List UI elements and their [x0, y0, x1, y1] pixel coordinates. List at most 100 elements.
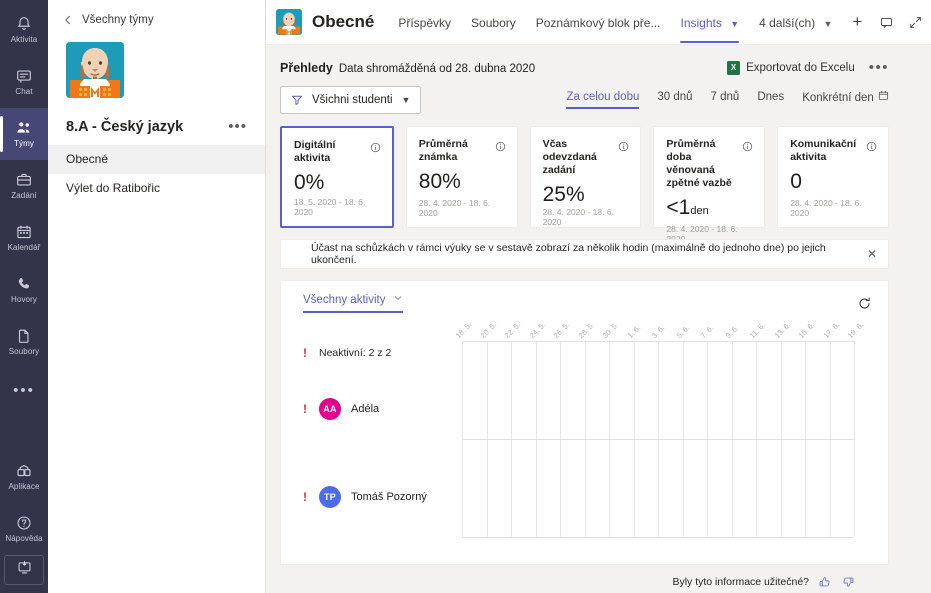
card-value: 0% — [294, 170, 381, 195]
student-row-adela[interactable]: ! AA Adéla — [281, 365, 462, 453]
chat-bubble-icon[interactable] — [872, 15, 901, 30]
info-icon[interactable] — [866, 139, 877, 157]
rail-item-calendar[interactable]: Kalendář — [0, 212, 48, 264]
files-icon — [15, 327, 33, 345]
card-top: Průměrná doba věnovaná zpětné vazbě — [666, 138, 753, 190]
rail-more-button[interactable]: ••• — [0, 368, 48, 412]
funnel-icon — [291, 94, 303, 106]
tab-prispevky[interactable]: Příspěvky — [388, 2, 461, 43]
export-to-excel-button[interactable]: X Exportovat do Excelu — [727, 61, 855, 75]
rail-item-assignments[interactable]: Zadání — [0, 160, 48, 212]
info-icon[interactable] — [742, 139, 753, 157]
rail-item-calls[interactable]: Hovory — [0, 264, 48, 316]
metric-card-on-time-assignments[interactable]: Včas odevzdaná zadání 25% 28. 4. 2020 - … — [530, 126, 642, 228]
thumbs-up-icon[interactable] — [818, 575, 832, 589]
metric-card-average-grade[interactable]: Průměrná známka 80% 28. 4. 2020 - 18. 6.… — [406, 126, 518, 228]
activity-panel: Všechny aktivity 18. 5.20. 5.22. 5.24. 5… — [280, 280, 889, 565]
expand-icon[interactable] — [901, 15, 930, 30]
info-banner: Účast na schůzkách v rámci výuky se v se… — [280, 239, 889, 269]
teams-icon — [15, 119, 33, 137]
card-value-number: <1 — [666, 196, 690, 219]
info-icon[interactable] — [618, 139, 629, 157]
card-date-range: 28. 4. 2020 - 18. 6. 2020 — [543, 207, 630, 227]
chart-x-tick-label: 11. 6. — [748, 321, 767, 340]
feedback-label: Byly tyto informace užitečné? — [672, 576, 809, 588]
rail-label: Chat — [15, 87, 32, 97]
insights-header-right: X Exportovat do Excelu ••• — [727, 59, 889, 76]
all-teams-label: Všechny týmy — [82, 14, 154, 26]
rail-item-apps[interactable]: Aplikace — [0, 451, 48, 503]
app-rail: Aktivita Chat Týmy Zadání Kalendář — [0, 0, 48, 593]
insights-header: Přehledy Data shromážděná od 28. dubna 2… — [266, 45, 911, 76]
student-filter-dropdown[interactable]: Všichni studenti ▼ — [280, 86, 421, 114]
download-desktop-app-button[interactable] — [4, 555, 44, 585]
chart-gridline-horizontal — [462, 537, 854, 538]
student-row-tomas[interactable]: ! TP Tomáš Pozorný — [281, 453, 462, 541]
period-tab-specific-day[interactable]: Konkrétní den — [802, 90, 889, 110]
rail-label: Aktivita — [11, 35, 38, 45]
card-value: 80% — [419, 169, 506, 194]
thumbs-down-icon[interactable] — [841, 575, 855, 589]
card-value: 0 — [790, 169, 877, 194]
close-icon[interactable]: ✕ — [867, 247, 877, 261]
student-name: Tomáš Pozorný — [351, 491, 427, 503]
metric-card-feedback-time[interactable]: Průměrná doba věnovaná zpětné vazbě <1de… — [653, 126, 765, 228]
assignments-icon — [15, 171, 33, 189]
tab-soubory[interactable]: Soubory — [461, 2, 526, 43]
chart-row-labels: ! Neaktivní: 2 z 2 ! AA Adéla ! TP Tomáš… — [281, 341, 462, 537]
chart-x-tick-label: 26. 5. — [552, 320, 572, 340]
info-icon[interactable] — [370, 140, 381, 158]
period-tab-7-days[interactable]: 7 dnů — [711, 91, 740, 109]
insights-more-options-button[interactable]: ••• — [869, 59, 889, 76]
rail-label: Zadání — [11, 191, 37, 201]
chart-grid — [462, 341, 854, 537]
tab-label: Insights — [680, 16, 721, 30]
main-area: Obecné Příspěvky Soubory Poznámkový blok… — [266, 0, 931, 593]
shakespeare-team-avatar — [66, 42, 124, 98]
period-tab-today[interactable]: Dnes — [757, 91, 784, 109]
rail-item-chat[interactable]: Chat — [0, 56, 48, 108]
period-tab-30-days[interactable]: 30 dnů — [657, 91, 692, 109]
rail-item-activity[interactable]: Aktivita — [0, 4, 48, 56]
channel-item-obecne[interactable]: Obecné — [48, 145, 265, 174]
avatar: AA — [319, 398, 341, 420]
rail-item-help[interactable]: Nápověda — [0, 503, 48, 555]
refresh-icon[interactable] — [857, 296, 872, 311]
tab-more-tabs[interactable]: 4 další(ch) ▼ — [749, 2, 842, 43]
chart-x-tick-label: 9. 6. — [723, 323, 740, 340]
card-title: Včas odevzdaná zadání — [543, 138, 615, 177]
metric-card-digital-activity[interactable]: Digitální aktivita 0% 18. 5. 2020 - 18. … — [280, 126, 394, 228]
channel-tabbar: Obecné Příspěvky Soubory Poznámkový blok… — [266, 0, 931, 45]
page-title: Přehledy — [280, 61, 333, 75]
card-title: Průměrná známka — [419, 138, 491, 164]
add-tab-button[interactable]: + — [842, 12, 872, 32]
chart-x-tick-label: 30. 5. — [601, 320, 621, 340]
chart-gridline-horizontal — [462, 341, 854, 342]
rail-item-files[interactable]: Soubory — [0, 316, 48, 368]
card-value: 25% — [543, 182, 630, 207]
teams-app-window: Aktivita Chat Týmy Zadání Kalendář — [0, 0, 931, 593]
all-activities-dropdown[interactable]: Všechny aktivity — [303, 293, 403, 313]
bell-icon — [15, 15, 33, 33]
chart-gridline-horizontal — [462, 439, 854, 440]
info-icon[interactable] — [495, 139, 506, 157]
tab-poznamkovy-blok[interactable]: Poznámkový blok pře... — [526, 2, 671, 43]
card-top: Komunikační aktivita — [790, 138, 877, 164]
team-more-options-button[interactable]: ••• — [228, 118, 251, 135]
period-tab-label: Konkrétní den — [802, 92, 874, 104]
all-teams-back-button[interactable]: Všechny týmy — [48, 0, 265, 36]
card-value-unit: den — [690, 205, 708, 217]
card-value: <1den — [666, 195, 753, 224]
rail-label: Hovory — [11, 295, 37, 305]
tab-insights[interactable]: Insights ▼ — [670, 2, 749, 43]
period-tab-all-time[interactable]: Za celou dobu — [566, 91, 639, 109]
rail-item-teams[interactable]: Týmy — [0, 108, 48, 160]
channel-item-vylet[interactable]: Výlet do Ratibořic — [48, 174, 265, 203]
chart-x-tick-label: 15. 6. — [797, 320, 817, 340]
filter-row: Všichni studenti ▼ Za celou dobu 30 dnů … — [266, 76, 911, 114]
activity-panel-header: Všechny aktivity — [281, 281, 888, 313]
inactive-summary-label: Neaktivní: 2 z 2 — [319, 347, 391, 359]
feedback-footer: Byly tyto informace užitečné? — [280, 565, 889, 589]
metric-card-communication-activity[interactable]: Komunikační aktivita 0 28. 4. 2020 - 18.… — [777, 126, 889, 228]
chart-gridline-vertical — [854, 341, 855, 537]
